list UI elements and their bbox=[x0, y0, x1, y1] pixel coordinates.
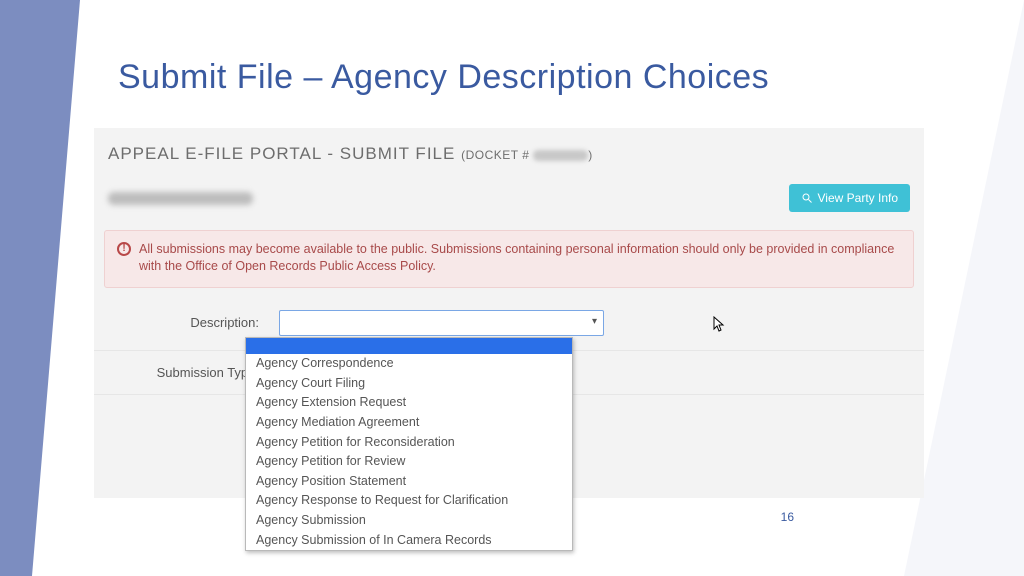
dropdown-option[interactable]: Agency Petition for Review bbox=[246, 452, 572, 472]
description-label: Description: bbox=[154, 315, 279, 330]
view-party-info-label: View Party Info bbox=[818, 191, 898, 205]
portal-heading: APPEAL E-FILE PORTAL - SUBMIT FILE (DOCK… bbox=[94, 128, 924, 170]
public-notice-alert: ! All submissions may become available t… bbox=[104, 230, 914, 288]
dropdown-option-blank[interactable] bbox=[246, 338, 572, 354]
search-icon bbox=[801, 192, 813, 204]
docket-wrapper: (DOCKET # ) bbox=[461, 148, 593, 162]
cursor-icon bbox=[713, 316, 727, 337]
dropdown-option[interactable]: Agency Extension Request bbox=[246, 393, 572, 413]
docket-suffix: ) bbox=[588, 148, 593, 162]
case-name-redacted bbox=[108, 192, 253, 205]
page-number: 16 bbox=[781, 510, 794, 524]
dropdown-option[interactable]: Agency Submission bbox=[246, 511, 572, 531]
dropdown-option[interactable]: Agency Submission of In Camera Records bbox=[246, 531, 572, 551]
slide: Submit File – Agency Description Choices… bbox=[0, 0, 1024, 576]
case-info-row: View Party Info bbox=[94, 170, 924, 230]
dropdown-option[interactable]: Agency Petition for Reconsideration bbox=[246, 433, 572, 453]
dropdown-option[interactable]: Agency Mediation Agreement bbox=[246, 413, 572, 433]
docket-prefix: (DOCKET # bbox=[461, 148, 533, 162]
docket-number-redacted bbox=[533, 150, 588, 161]
view-party-info-button[interactable]: View Party Info bbox=[789, 184, 910, 212]
portal-heading-text: APPEAL E-FILE PORTAL - SUBMIT FILE bbox=[108, 144, 455, 163]
dropdown-option[interactable]: Agency Position Statement bbox=[246, 472, 572, 492]
slide-title: Submit File – Agency Description Choices bbox=[118, 58, 769, 97]
alert-text: All submissions may become available to … bbox=[139, 242, 894, 273]
decorative-wedge-left bbox=[0, 0, 80, 576]
description-dropdown[interactable]: Agency Correspondence Agency Court Filin… bbox=[245, 337, 573, 551]
dropdown-option[interactable]: Agency Correspondence bbox=[246, 354, 572, 374]
dropdown-option[interactable]: Agency Response to Request for Clarifica… bbox=[246, 491, 572, 511]
alert-icon: ! bbox=[117, 242, 131, 256]
chevron-down-icon: ▾ bbox=[592, 316, 597, 327]
dropdown-option[interactable]: Agency Court Filing bbox=[246, 374, 572, 394]
description-select[interactable]: ▾ bbox=[279, 310, 604, 336]
